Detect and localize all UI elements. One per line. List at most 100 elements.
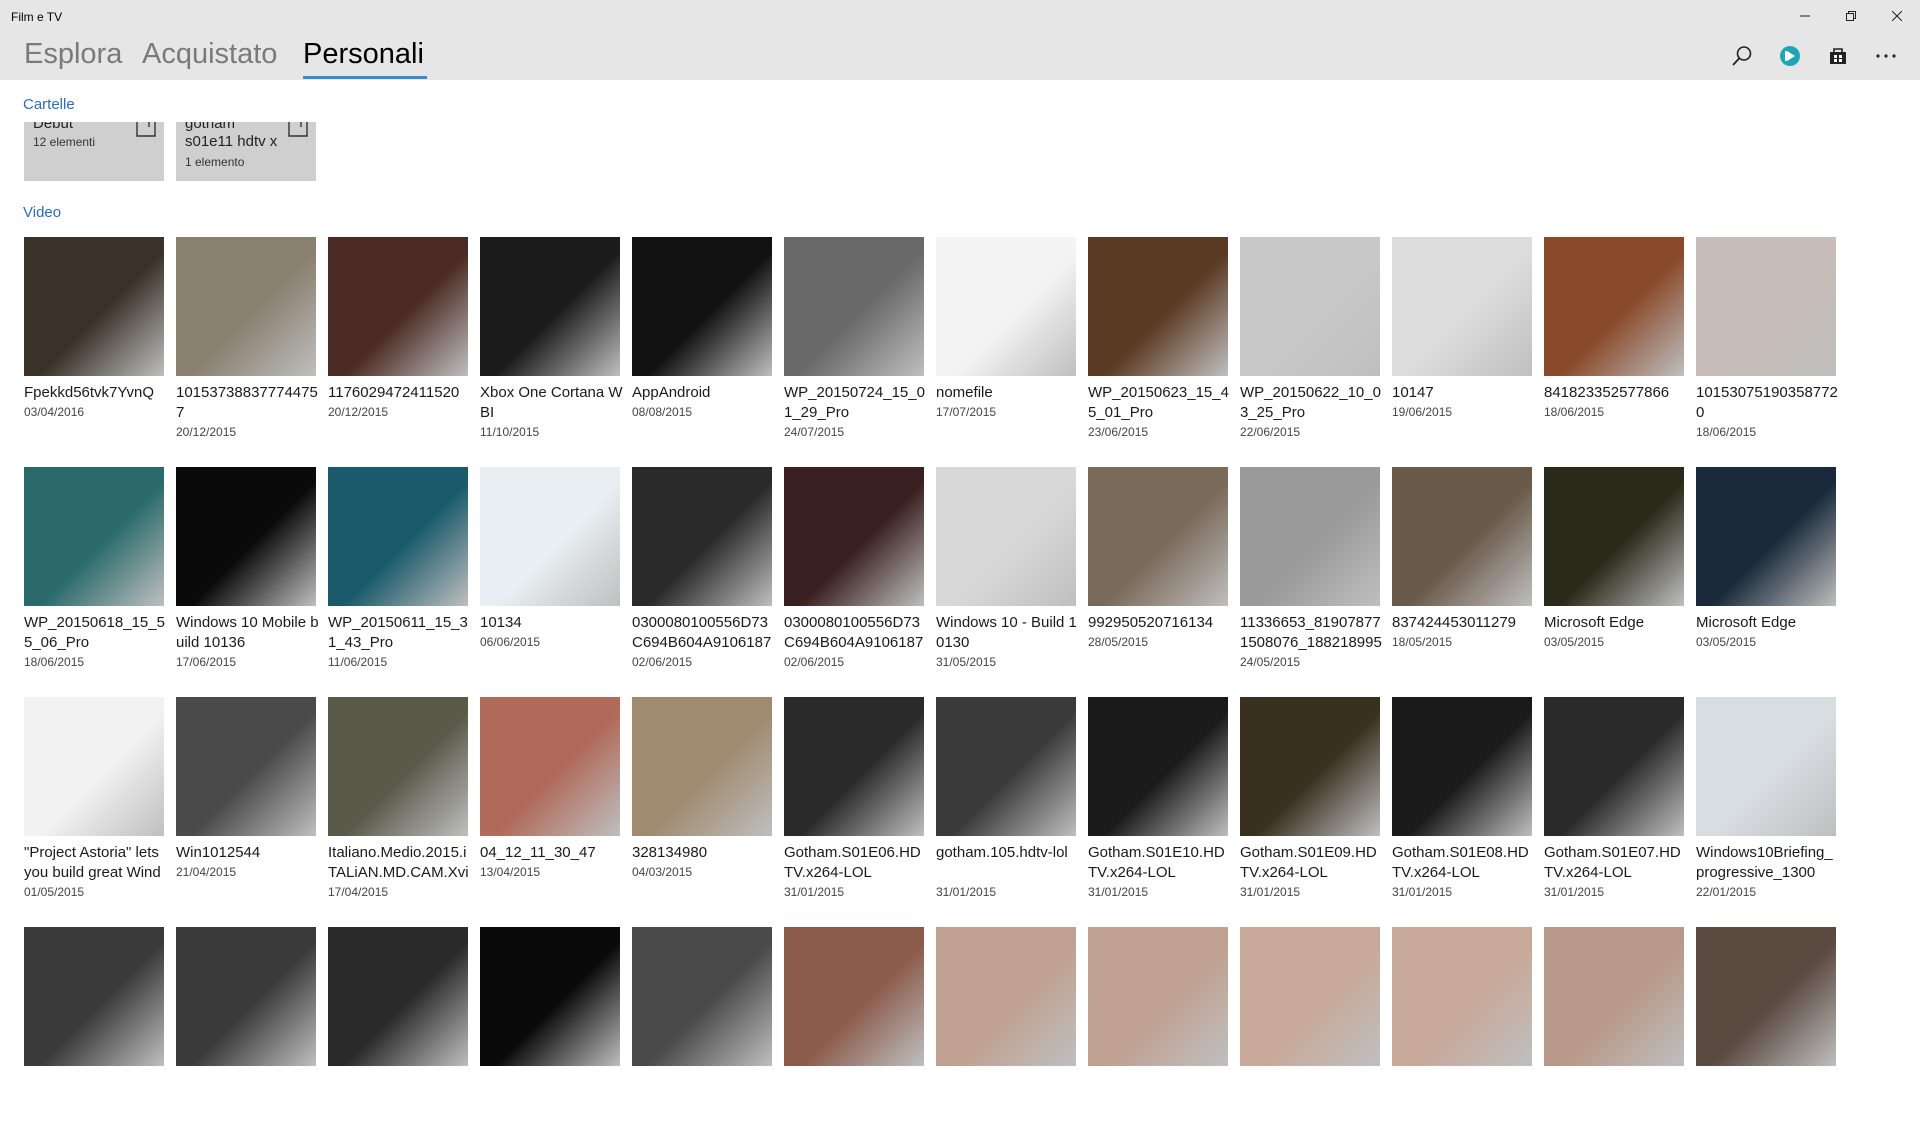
video-thumbnail[interactable] (936, 237, 1076, 376)
video-tile[interactable]: AppAndroid 08/08/2015 (632, 237, 772, 457)
video-thumbnail[interactable] (1088, 927, 1228, 1066)
video-thumbnail[interactable] (1240, 467, 1380, 606)
video-thumbnail[interactable] (1392, 927, 1532, 1066)
video-tile[interactable]: Gotham.S01E09.HDTV.x264-LOL 31/01/2015 (1240, 697, 1380, 917)
video-thumbnail[interactable] (480, 467, 620, 606)
video-tile[interactable]: gotham.105.hdtv-lol 31/01/2015 (936, 697, 1076, 917)
video-thumbnail[interactable] (24, 927, 164, 1066)
video-thumbnail[interactable] (328, 237, 468, 376)
video-thumbnail[interactable] (1392, 237, 1532, 376)
video-thumbnail[interactable] (936, 697, 1076, 836)
video-tile[interactable]: WP_20150623_15_45_01_Pro 23/06/2015 (1088, 237, 1229, 457)
video-thumbnail[interactable] (1392, 697, 1532, 836)
video-tile[interactable]: Gotham.S01E06.HDTV.x264-LOL 31/01/2015 (784, 697, 924, 917)
video-tile[interactable]: Xbox One Cortana WBI 11/10/2015 (480, 237, 623, 457)
video-tile[interactable]: Gotham.S01E07.HDTV.x264-LOL 31/01/2015 (1544, 697, 1684, 917)
video-tile[interactable] (480, 927, 620, 1147)
video-tile[interactable] (1696, 927, 1836, 1147)
video-tile[interactable]: 101530751903587720 18/06/2015 (1696, 237, 1838, 457)
video-thumbnail[interactable] (1088, 467, 1228, 606)
video-thumbnail[interactable] (1240, 237, 1380, 376)
video-thumbnail[interactable] (1240, 927, 1380, 1066)
video-tile[interactable]: Microsoft Edge 03/05/2015 (1544, 467, 1684, 687)
video-tile[interactable]: Italiano.Medio.2015.iTALiAN.MD.CAM.XviD 1… (328, 697, 469, 917)
video-tile[interactable]: 10147 19/06/2015 (1392, 237, 1532, 457)
video-thumbnail[interactable] (632, 237, 772, 376)
video-thumbnail[interactable] (1240, 697, 1380, 836)
video-tile[interactable]: 0300080100556D73C694B604A91061876 02/06/2… (632, 467, 772, 687)
video-thumbnail[interactable] (1544, 237, 1684, 376)
video-tile[interactable]: "Project Astoria" lets you build great W… (24, 697, 164, 917)
video-thumbnail[interactable] (1088, 697, 1228, 836)
video-tile[interactable]: 992950520716134 28/05/2015 (1088, 467, 1228, 687)
video-tile[interactable]: WP_20150618_15_55_06_Pro 18/06/2015 (24, 467, 165, 687)
video-tile[interactable]: WP_20150724_15_01_29_Pro 24/07/2015 (784, 237, 925, 457)
video-tile[interactable] (1544, 927, 1684, 1147)
video-tile[interactable]: 0300080100556D73C694B604A91061876 02/06/2… (784, 467, 924, 687)
video-date: 22/01/2015 (1696, 885, 1757, 899)
video-thumbnail[interactable] (1696, 237, 1836, 376)
video-tile[interactable] (1088, 927, 1228, 1147)
video-thumbnail[interactable] (1544, 927, 1684, 1066)
video-tile[interactable]: 11336653_819078771508076_1882189957 24/05… (1240, 467, 1382, 687)
video-tile[interactable]: Fpekkd56tvk7YvnQ 03/04/2016 (24, 237, 164, 457)
video-tile[interactable] (632, 927, 772, 1147)
video-thumbnail[interactable] (784, 237, 924, 376)
video-tile[interactable]: 841823352577866 18/06/2015 (1544, 237, 1684, 457)
video-tile[interactable] (1392, 927, 1532, 1147)
video-thumbnail[interactable] (328, 927, 468, 1066)
video-tile[interactable]: 328134980 04/03/2015 (632, 697, 772, 917)
video-tile[interactable] (24, 927, 164, 1147)
video-thumbnail[interactable] (24, 467, 164, 606)
video-thumbnail[interactable] (328, 467, 468, 606)
video-tile[interactable]: WP_20150611_15_31_43_Pro 11/06/2015 (328, 467, 468, 687)
video-thumbnail[interactable] (1392, 467, 1532, 606)
video-tile[interactable]: Gotham.S01E10.HDTV.x264-LOL 31/01/2015 (1088, 697, 1228, 917)
video-thumbnail[interactable] (1696, 927, 1836, 1066)
video-thumbnail[interactable] (784, 927, 924, 1066)
video-thumbnail[interactable] (328, 697, 468, 836)
video-thumbnail[interactable] (632, 927, 772, 1066)
video-thumbnail[interactable] (1544, 697, 1684, 836)
video-thumbnail[interactable] (1696, 697, 1836, 836)
video-thumbnail[interactable] (176, 237, 316, 376)
video-tile[interactable]: Win1012544 21/04/2015 (176, 697, 316, 917)
video-tile[interactable]: Windows 10 - Build 10130 31/05/2015 (936, 467, 1077, 687)
video-thumbnail[interactable] (784, 697, 924, 836)
video-title: Fpekkd56tvk7YvnQ (24, 384, 155, 401)
video-thumbnail[interactable] (1544, 467, 1684, 606)
video-thumbnail[interactable] (176, 697, 316, 836)
video-thumbnail[interactable] (936, 467, 1076, 606)
video-tile[interactable] (936, 927, 1076, 1147)
video-tile[interactable] (328, 927, 468, 1147)
video-tile[interactable]: nomefile 17/07/2015 (936, 237, 1076, 457)
video-thumbnail[interactable] (632, 697, 772, 836)
video-tile[interactable]: 1176029472411520 20/12/2015 (328, 237, 468, 457)
video-tile[interactable] (1240, 927, 1380, 1147)
video-thumbnail[interactable] (632, 467, 772, 606)
video-title: WP_20150618_15_55_06_Pro (24, 614, 165, 651)
video-thumbnail[interactable] (24, 237, 164, 376)
video-tile[interactable]: Microsoft Edge 03/05/2015 (1696, 467, 1836, 687)
video-thumbnail[interactable] (24, 697, 164, 836)
video-thumbnail[interactable] (480, 697, 620, 836)
video-thumbnail[interactable] (936, 927, 1076, 1066)
video-title: gotham.105.hdtv-lol (936, 844, 1068, 861)
video-thumbnail[interactable] (176, 927, 316, 1066)
video-tile[interactable]: Gotham.S01E08.HDTV.x264-LOL 31/01/2015 (1392, 697, 1532, 917)
video-tile[interactable]: WP_20150622_10_03_25_Pro 22/06/2015 (1240, 237, 1381, 457)
video-tile[interactable]: 04_12_11_30_47 13/04/2015 (480, 697, 620, 917)
video-tile[interactable]: 10134 06/06/2015 (480, 467, 620, 687)
video-tile[interactable]: 837424453011279 18/05/2015 (1392, 467, 1532, 687)
video-tile[interactable]: 101537388377744757 20/12/2015 (176, 237, 318, 457)
video-thumbnail[interactable] (480, 927, 620, 1066)
video-thumbnail[interactable] (1696, 467, 1836, 606)
video-thumbnail[interactable] (784, 467, 924, 606)
video-tile[interactable] (176, 927, 316, 1147)
video-tile[interactable] (784, 927, 924, 1147)
video-tile[interactable]: Windows 10 Mobile build 10136 17/06/2015 (176, 467, 319, 687)
video-thumbnail[interactable] (176, 467, 316, 606)
video-tile[interactable]: Windows10Briefing_progressive_1300 22/01/… (1696, 697, 1836, 917)
video-thumbnail[interactable] (480, 237, 620, 376)
video-thumbnail[interactable] (1088, 237, 1228, 376)
